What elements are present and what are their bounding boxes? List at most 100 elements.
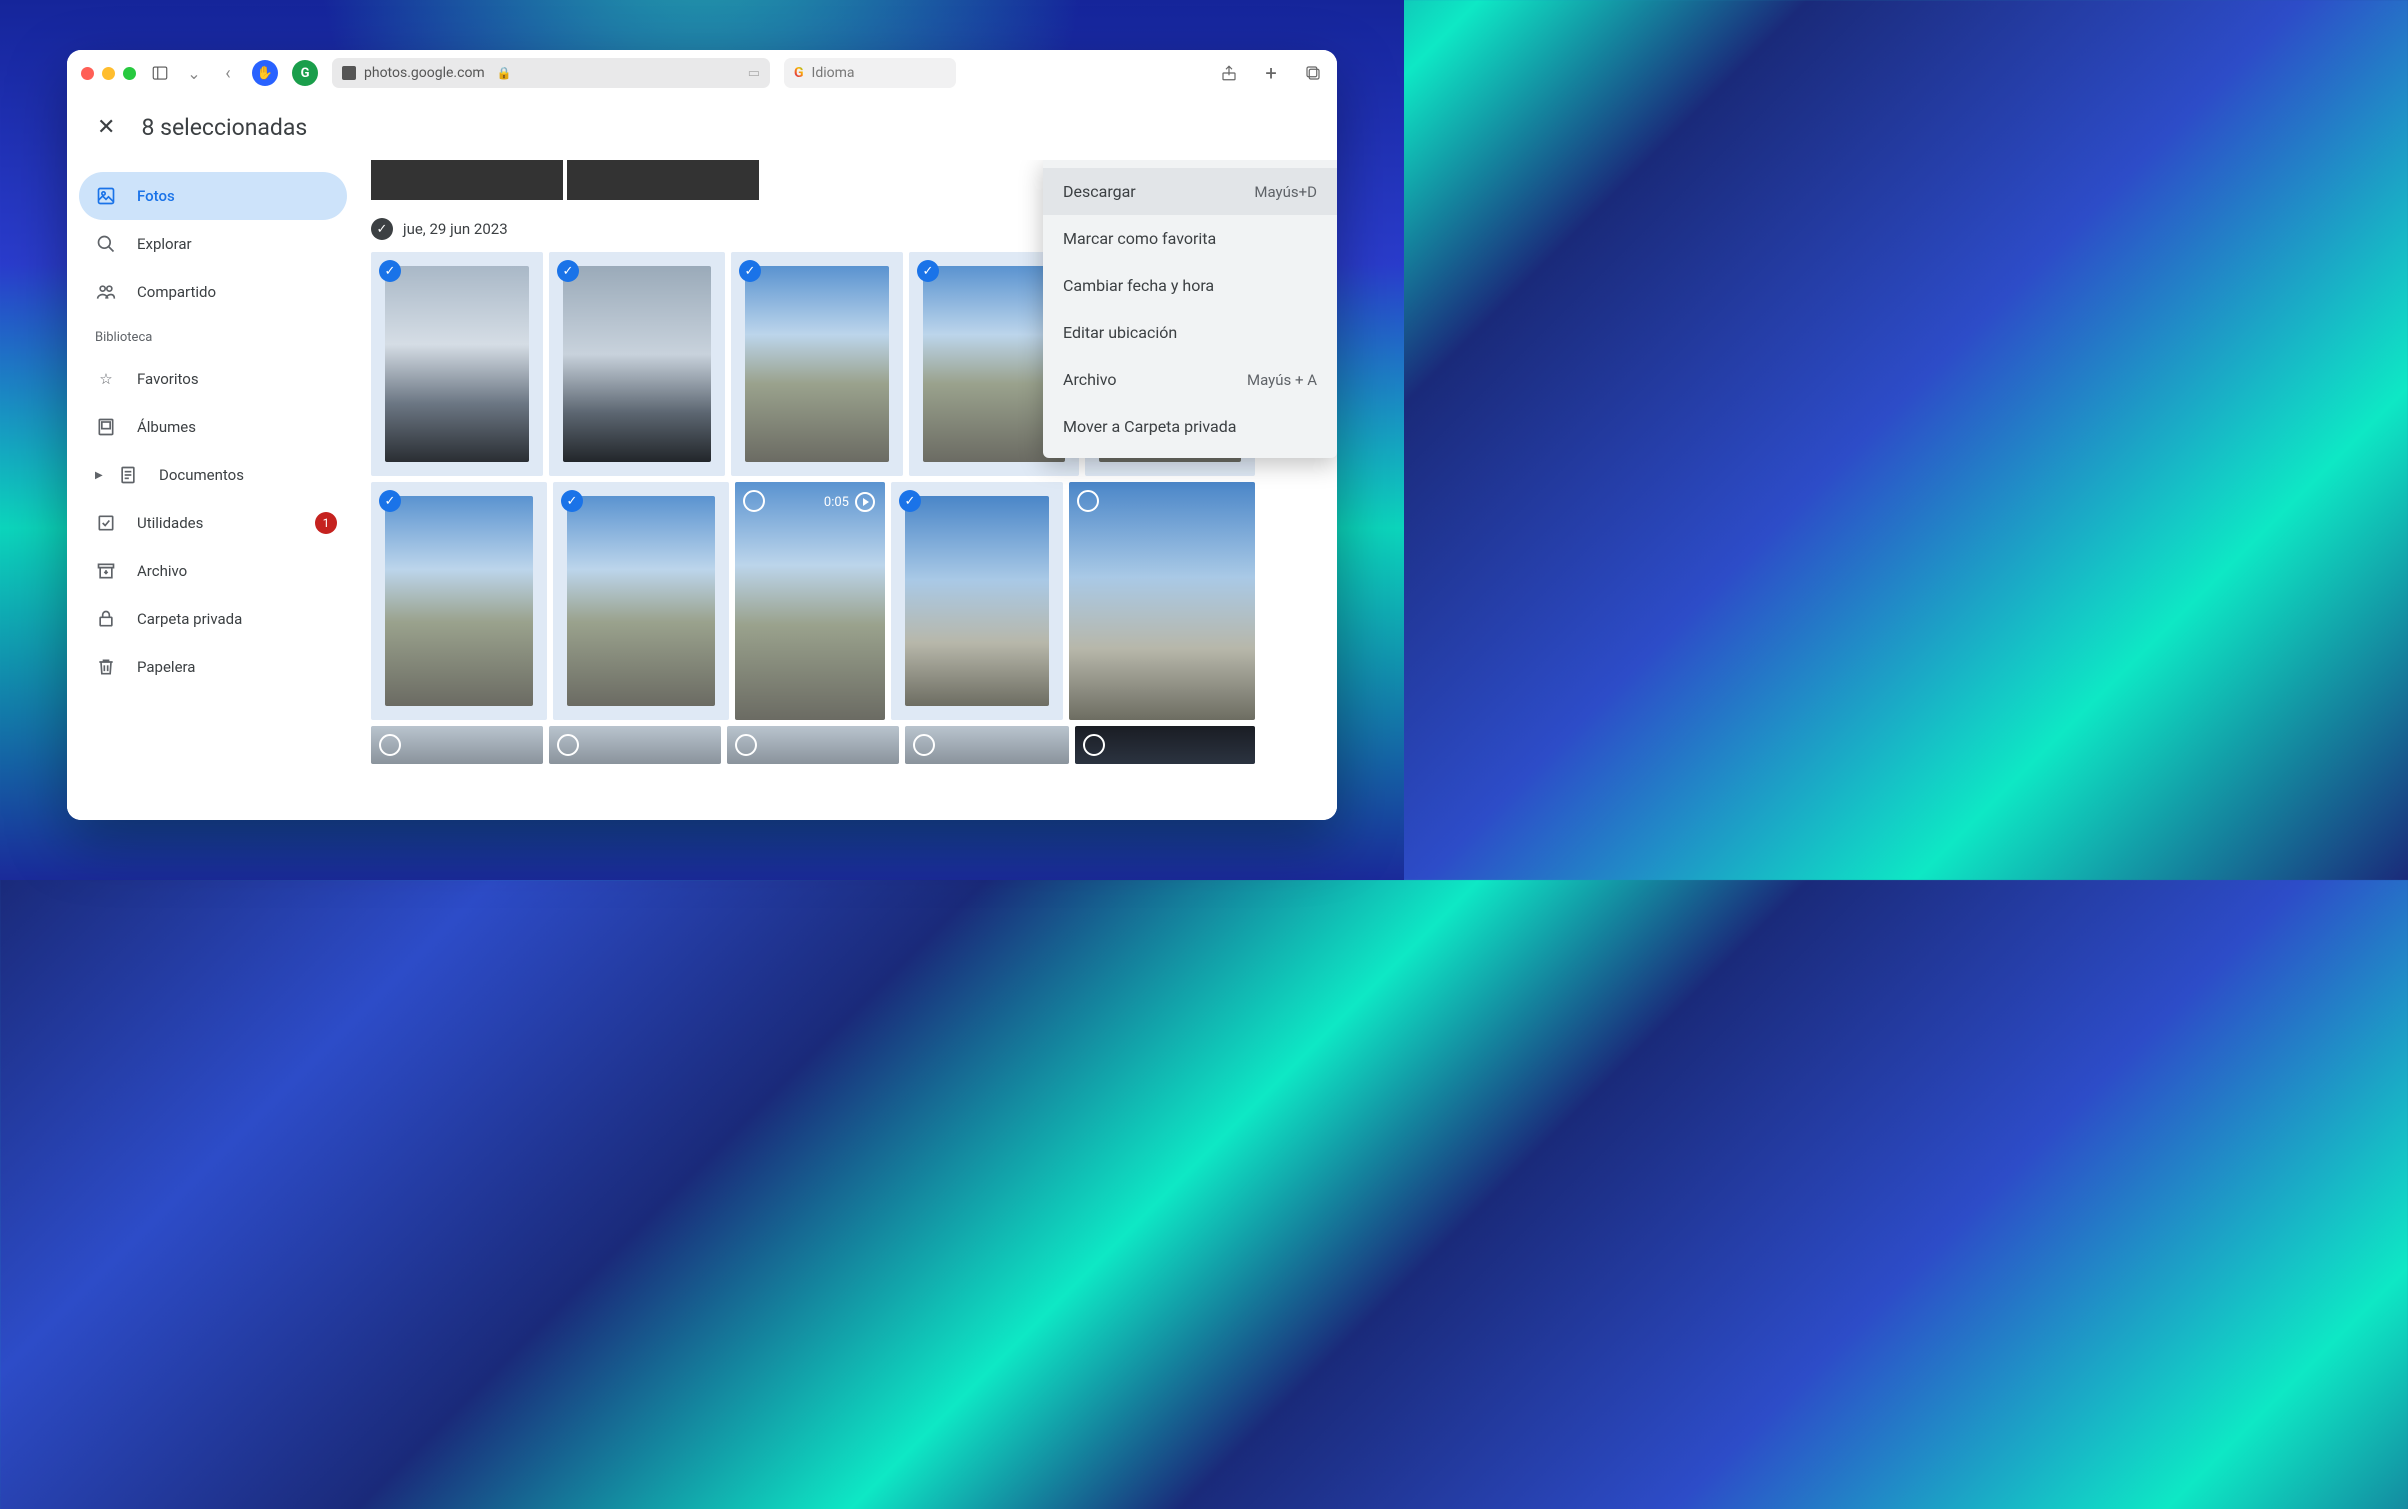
selected-check-icon[interactable]: ✓ <box>917 260 939 282</box>
extension-grammarly-icon[interactable]: G <box>292 60 318 86</box>
select-circle-icon[interactable] <box>1083 734 1105 756</box>
search-field[interactable]: G Idioma <box>784 58 956 88</box>
date-select-all-icon[interactable]: ✓ <box>371 218 393 240</box>
context-menu: Descargar Mayús+D Marcar como favorita C… <box>1043 160 1337 458</box>
video-thumbnail[interactable]: 0:05 <box>735 482 885 720</box>
menu-item-shortcut: Mayús+D <box>1254 183 1317 201</box>
utilities-badge: 1 <box>315 512 337 534</box>
reader-toggle-icon[interactable]: ▭ <box>748 66 760 81</box>
expand-caret-icon[interactable]: ▶ <box>95 470 105 481</box>
photo-thumbnail[interactable]: ✓ <box>891 482 1063 720</box>
maximize-window-button[interactable] <box>123 67 136 80</box>
sidebar-item-papelera[interactable]: Papelera <box>79 643 347 691</box>
photo-thumbnail[interactable] <box>727 726 899 764</box>
deselect-button[interactable]: ✕ <box>97 115 115 140</box>
sidebar-item-label: Utilidades <box>137 514 203 532</box>
selected-check-icon[interactable]: ✓ <box>739 260 761 282</box>
photo-thumbnail[interactable] <box>371 726 543 764</box>
menu-item-label: Marcar como favorita <box>1063 229 1216 248</box>
album-icon <box>95 416 117 438</box>
sidebar-item-label: Carpeta privada <box>137 610 242 628</box>
photos-icon <box>95 185 117 207</box>
selected-check-icon[interactable]: ✓ <box>899 490 921 512</box>
menu-item-label: Mover a Carpeta privada <box>1063 417 1236 436</box>
select-circle-icon[interactable] <box>913 734 935 756</box>
sidebar-item-utilidades[interactable]: Utilidades 1 <box>79 499 347 547</box>
photo-thumbnail[interactable]: ✓ <box>731 252 903 476</box>
trash-icon <box>95 656 117 678</box>
sidebar-item-label: Papelera <box>137 658 195 676</box>
utilities-icon <box>95 512 117 534</box>
library-header: Biblioteca <box>79 316 347 355</box>
photo-thumbnail[interactable]: ✓ <box>549 252 725 476</box>
select-circle-icon[interactable] <box>379 734 401 756</box>
star-icon: ☆ <box>95 368 117 390</box>
search-icon <box>95 233 117 255</box>
sidebar-item-label: Archivo <box>137 562 187 580</box>
archive-icon <box>95 560 117 582</box>
selected-check-icon[interactable]: ✓ <box>561 490 583 512</box>
sidebar-item-fotos[interactable]: Fotos <box>79 172 347 220</box>
sidebar-item-label: Fotos <box>137 187 175 205</box>
photo-thumbnail[interactable]: ✓ <box>371 252 543 476</box>
lock-icon: 🔒 <box>497 66 512 80</box>
sidebar-item-carpeta-privada[interactable]: Carpeta privada <box>79 595 347 643</box>
selection-bar: ✕ 8 seleccionadas <box>67 96 1337 160</box>
sidebar-toggle-icon[interactable] <box>150 63 170 83</box>
google-g-icon: G <box>794 65 804 81</box>
sidebar-item-label: Documentos <box>159 466 244 484</box>
photo-thumbnail[interactable] <box>371 160 563 200</box>
share-icon[interactable] <box>1219 63 1239 83</box>
selected-check-icon[interactable]: ✓ <box>557 260 579 282</box>
sidebar-item-label: Compartido <box>137 283 216 301</box>
sidebar-item-label: Álbumes <box>137 418 196 436</box>
photo-thumbnail[interactable] <box>567 160 759 200</box>
select-circle-icon[interactable] <box>743 490 765 512</box>
photo-thumbnail[interactable] <box>905 726 1069 764</box>
url-text: photos.google.com <box>364 65 485 81</box>
photo-thumbnail[interactable]: ✓ <box>553 482 729 720</box>
browser-toolbar: ⌄ ‹ ✋ G photos.google.com 🔒 ▭ G Idioma + <box>67 50 1337 96</box>
select-circle-icon[interactable] <box>735 734 757 756</box>
menu-item-fecha[interactable]: Cambiar fecha y hora <box>1043 262 1337 309</box>
back-button[interactable]: ‹ <box>218 63 238 83</box>
address-bar[interactable]: photos.google.com 🔒 ▭ <box>332 58 770 88</box>
minimize-window-button[interactable] <box>102 67 115 80</box>
sidebar-item-albumes[interactable]: Álbumes <box>79 403 347 451</box>
extension-hand-icon[interactable]: ✋ <box>252 60 278 86</box>
select-circle-icon[interactable] <box>1077 490 1099 512</box>
selection-count: 8 seleccionadas <box>141 114 307 141</box>
play-icon <box>855 492 875 512</box>
dropdown-chevron-icon[interactable]: ⌄ <box>184 63 204 83</box>
browser-window: ⌄ ‹ ✋ G photos.google.com 🔒 ▭ G Idioma +… <box>67 50 1337 820</box>
reader-mode-icon[interactable] <box>342 66 356 80</box>
window-controls[interactable] <box>81 67 136 80</box>
menu-item-archivo[interactable]: Archivo Mayús + A <box>1043 356 1337 403</box>
photo-thumbnail[interactable]: ✓ <box>371 482 547 720</box>
lock-icon <box>95 608 117 630</box>
menu-item-shortcut: Mayús + A <box>1247 371 1317 389</box>
sidebar-item-archivo[interactable]: Archivo <box>79 547 347 595</box>
close-window-button[interactable] <box>81 67 94 80</box>
sidebar: Fotos Explorar Compartido Biblioteca ☆ F… <box>67 160 359 820</box>
sidebar-item-favoritos[interactable]: ☆ Favoritos <box>79 355 347 403</box>
people-icon <box>95 281 117 303</box>
menu-item-ubicacion[interactable]: Editar ubicación <box>1043 309 1337 356</box>
selected-check-icon[interactable]: ✓ <box>379 490 401 512</box>
selected-check-icon[interactable]: ✓ <box>379 260 401 282</box>
sidebar-item-compartido[interactable]: Compartido <box>79 268 347 316</box>
menu-item-favorita[interactable]: Marcar como favorita <box>1043 215 1337 262</box>
new-tab-icon[interactable]: + <box>1261 63 1281 83</box>
photo-thumbnail[interactable] <box>1069 482 1255 720</box>
select-circle-icon[interactable] <box>557 734 579 756</box>
sidebar-item-explorar[interactable]: Explorar <box>79 220 347 268</box>
date-text: jue, 29 jun 2023 <box>403 220 508 238</box>
menu-item-descargar[interactable]: Descargar Mayús+D <box>1043 168 1337 215</box>
photo-thumbnail[interactable] <box>549 726 721 764</box>
sidebar-item-documentos[interactable]: ▶ Documentos <box>79 451 347 499</box>
menu-item-label: Descargar <box>1063 182 1136 201</box>
photo-thumbnail[interactable] <box>1075 726 1255 764</box>
photo-grid-area: ✓ jue, 29 jun 2023 ✓ ✓ ✓ ✓ ✓ ✓ ✓ 0:05 ✓ <box>359 160 1337 820</box>
menu-item-privada[interactable]: Mover a Carpeta privada <box>1043 403 1337 450</box>
tabs-overview-icon[interactable] <box>1303 63 1323 83</box>
